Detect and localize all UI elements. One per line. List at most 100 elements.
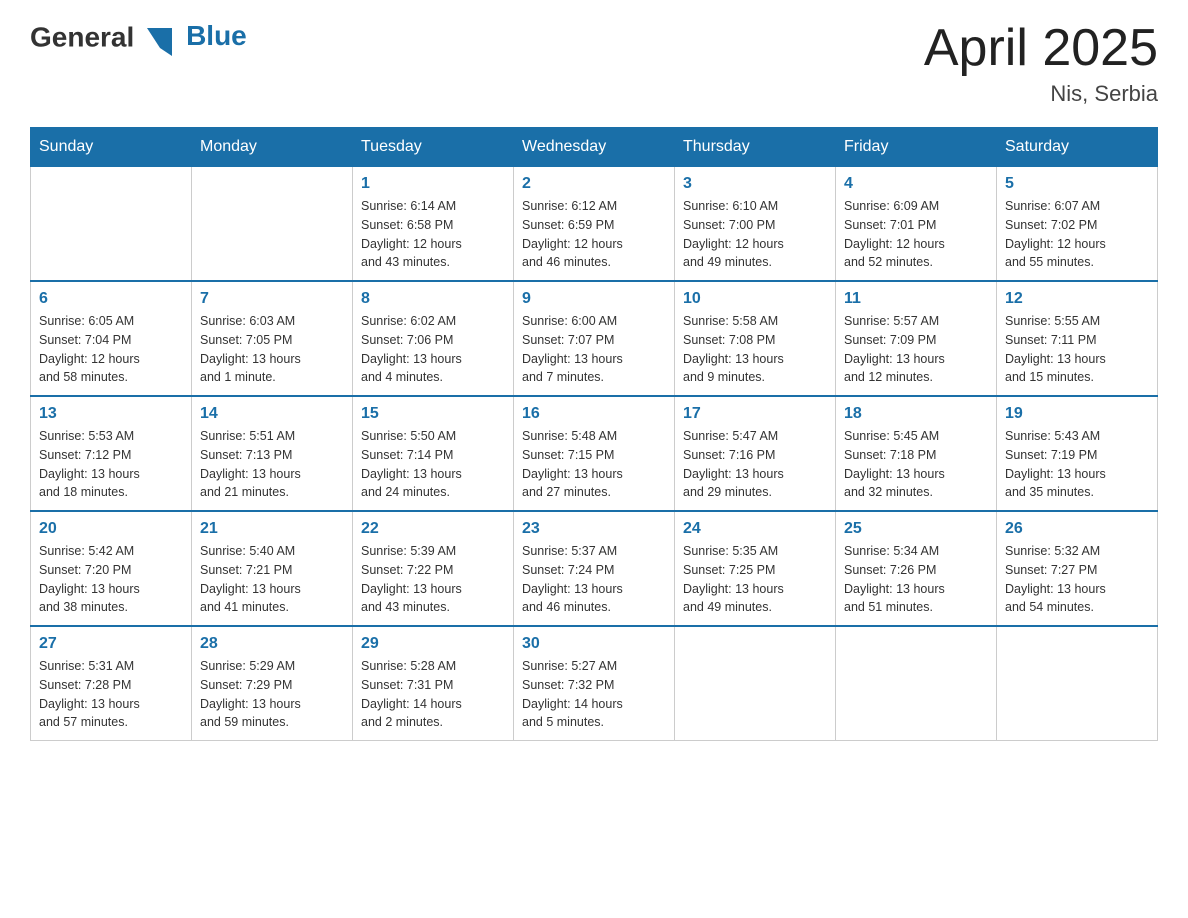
day-number: 25	[844, 520, 988, 538]
week-row-2: 6 Sunrise: 6:05 AMSunset: 7:04 PMDaylight…	[31, 281, 1158, 396]
calendar-cell: 26 Sunrise: 5:32 AMSunset: 7:27 PMDayligh…	[997, 511, 1158, 626]
day-number: 8	[361, 290, 505, 308]
day-number: 19	[1005, 405, 1149, 423]
location-subtitle: Nis, Serbia	[924, 81, 1158, 107]
calendar-cell: 18 Sunrise: 5:45 AMSunset: 7:18 PMDayligh…	[836, 396, 997, 511]
month-year-title: April 2025	[924, 20, 1158, 77]
calendar-cell: 17 Sunrise: 5:47 AMSunset: 7:16 PMDayligh…	[675, 396, 836, 511]
weekday-header-thursday: Thursday	[675, 128, 836, 167]
calendar-cell: 21Sunrise: 5:40 AMSunset: 7:21 PMDayligh…	[192, 511, 353, 626]
day-number: 30	[522, 635, 666, 653]
calendar-cell	[31, 167, 192, 282]
day-number: 5	[1005, 175, 1149, 193]
day-info: Sunrise: 5:45 AMSunset: 7:18 PMDaylight:…	[844, 427, 988, 502]
calendar-cell: 20Sunrise: 5:42 AMSunset: 7:20 PMDayligh…	[31, 511, 192, 626]
day-number: 21	[200, 520, 344, 538]
day-number: 9	[522, 290, 666, 308]
day-number: 3	[683, 175, 827, 193]
weekday-header-sunday: Sunday	[31, 128, 192, 167]
weekday-header-friday: Friday	[836, 128, 997, 167]
calendar-cell: 13 Sunrise: 5:53 AMSunset: 7:12 PMDayligh…	[31, 396, 192, 511]
day-info: Sunrise: 5:51 AMSunset: 7:13 PMDaylight:…	[200, 427, 344, 502]
day-info: Sunrise: 5:55 AMSunset: 7:11 PMDaylight:…	[1005, 312, 1149, 387]
day-info: Sunrise: 6:10 AMSunset: 7:00 PMDaylight:…	[683, 197, 827, 272]
day-info: Sunrise: 6:00 AMSunset: 7:07 PMDaylight:…	[522, 312, 666, 387]
calendar-cell	[836, 626, 997, 741]
logo: General Blue	[30, 20, 247, 58]
weekday-header-tuesday: Tuesday	[353, 128, 514, 167]
day-number: 10	[683, 290, 827, 308]
day-number: 13	[39, 405, 183, 423]
logo-text: General	[30, 20, 186, 58]
calendar-cell: 4 Sunrise: 6:09 AMSunset: 7:01 PMDaylight…	[836, 167, 997, 282]
day-number: 17	[683, 405, 827, 423]
calendar-cell	[675, 626, 836, 741]
weekday-header-monday: Monday	[192, 128, 353, 167]
day-info: Sunrise: 6:09 AMSunset: 7:01 PMDaylight:…	[844, 197, 988, 272]
calendar-cell: 16 Sunrise: 5:48 AMSunset: 7:15 PMDayligh…	[514, 396, 675, 511]
day-info: Sunrise: 6:03 AMSunset: 7:05 PMDaylight:…	[200, 312, 344, 387]
weekday-header-saturday: Saturday	[997, 128, 1158, 167]
calendar-cell: 28 Sunrise: 5:29 AMSunset: 7:29 PMDayligh…	[192, 626, 353, 741]
day-number: 2	[522, 175, 666, 193]
day-number: 26	[1005, 520, 1149, 538]
day-info: Sunrise: 6:14 AMSunset: 6:58 PMDaylight:…	[361, 197, 505, 272]
calendar-cell: 24 Sunrise: 5:35 AMSunset: 7:25 PMDayligh…	[675, 511, 836, 626]
calendar-cell: 22 Sunrise: 5:39 AMSunset: 7:22 PMDayligh…	[353, 511, 514, 626]
logo-blue-text: Blue	[186, 20, 247, 51]
day-info: Sunrise: 5:31 AMSunset: 7:28 PMDaylight:…	[39, 657, 183, 732]
day-info: Sunrise: 5:34 AMSunset: 7:26 PMDaylight:…	[844, 542, 988, 617]
day-number: 7	[200, 290, 344, 308]
logo-icon	[142, 20, 184, 62]
day-number: 6	[39, 290, 183, 308]
day-number: 29	[361, 635, 505, 653]
day-info: Sunrise: 6:07 AMSunset: 7:02 PMDaylight:…	[1005, 197, 1149, 272]
week-row-4: 20Sunrise: 5:42 AMSunset: 7:20 PMDayligh…	[31, 511, 1158, 626]
calendar-cell: 23Sunrise: 5:37 AMSunset: 7:24 PMDayligh…	[514, 511, 675, 626]
calendar-cell: 1 Sunrise: 6:14 AMSunset: 6:58 PMDaylight…	[353, 167, 514, 282]
weekday-header-wednesday: Wednesday	[514, 128, 675, 167]
calendar-cell: 27 Sunrise: 5:31 AMSunset: 7:28 PMDayligh…	[31, 626, 192, 741]
day-number: 16	[522, 405, 666, 423]
day-info: Sunrise: 5:47 AMSunset: 7:16 PMDaylight:…	[683, 427, 827, 502]
day-info: Sunrise: 5:39 AMSunset: 7:22 PMDaylight:…	[361, 542, 505, 617]
day-info: Sunrise: 6:02 AMSunset: 7:06 PMDaylight:…	[361, 312, 505, 387]
day-number: 12	[1005, 290, 1149, 308]
day-info: Sunrise: 5:28 AMSunset: 7:31 PMDaylight:…	[361, 657, 505, 732]
calendar-cell: 11Sunrise: 5:57 AMSunset: 7:09 PMDayligh…	[836, 281, 997, 396]
calendar-cell: 29 Sunrise: 5:28 AMSunset: 7:31 PMDayligh…	[353, 626, 514, 741]
calendar-table: SundayMondayTuesdayWednesdayThursdayFrid…	[30, 127, 1158, 741]
day-info: Sunrise: 5:32 AMSunset: 7:27 PMDaylight:…	[1005, 542, 1149, 617]
day-number: 27	[39, 635, 183, 653]
week-row-5: 27 Sunrise: 5:31 AMSunset: 7:28 PMDayligh…	[31, 626, 1158, 741]
day-info: Sunrise: 5:53 AMSunset: 7:12 PMDaylight:…	[39, 427, 183, 502]
day-info: Sunrise: 5:37 AMSunset: 7:24 PMDaylight:…	[522, 542, 666, 617]
calendar-cell: 14 Sunrise: 5:51 AMSunset: 7:13 PMDayligh…	[192, 396, 353, 511]
calendar-cell: 5 Sunrise: 6:07 AMSunset: 7:02 PMDaylight…	[997, 167, 1158, 282]
day-number: 1	[361, 175, 505, 193]
day-number: 24	[683, 520, 827, 538]
calendar-cell: 30Sunrise: 5:27 AMSunset: 7:32 PMDayligh…	[514, 626, 675, 741]
calendar-cell: 19Sunrise: 5:43 AMSunset: 7:19 PMDayligh…	[997, 396, 1158, 511]
title-block: April 2025 Nis, Serbia	[924, 20, 1158, 107]
day-number: 15	[361, 405, 505, 423]
day-info: Sunrise: 5:48 AMSunset: 7:15 PMDaylight:…	[522, 427, 666, 502]
day-number: 18	[844, 405, 988, 423]
day-info: Sunrise: 6:05 AMSunset: 7:04 PMDaylight:…	[39, 312, 183, 387]
day-number: 28	[200, 635, 344, 653]
calendar-cell	[997, 626, 1158, 741]
day-info: Sunrise: 5:35 AMSunset: 7:25 PMDaylight:…	[683, 542, 827, 617]
day-info: Sunrise: 5:58 AMSunset: 7:08 PMDaylight:…	[683, 312, 827, 387]
day-info: Sunrise: 5:57 AMSunset: 7:09 PMDaylight:…	[844, 312, 988, 387]
calendar-cell: 12 Sunrise: 5:55 AMSunset: 7:11 PMDayligh…	[997, 281, 1158, 396]
day-info: Sunrise: 5:50 AMSunset: 7:14 PMDaylight:…	[361, 427, 505, 502]
day-number: 22	[361, 520, 505, 538]
calendar-cell: 8 Sunrise: 6:02 AMSunset: 7:06 PMDaylight…	[353, 281, 514, 396]
calendar-cell: 9 Sunrise: 6:00 AMSunset: 7:07 PMDaylight…	[514, 281, 675, 396]
day-info: Sunrise: 6:12 AMSunset: 6:59 PMDaylight:…	[522, 197, 666, 272]
calendar-cell: 6 Sunrise: 6:05 AMSunset: 7:04 PMDaylight…	[31, 281, 192, 396]
day-number: 4	[844, 175, 988, 193]
day-info: Sunrise: 5:29 AMSunset: 7:29 PMDaylight:…	[200, 657, 344, 732]
weekday-header-row: SundayMondayTuesdayWednesdayThursdayFrid…	[31, 128, 1158, 167]
day-number: 14	[200, 405, 344, 423]
